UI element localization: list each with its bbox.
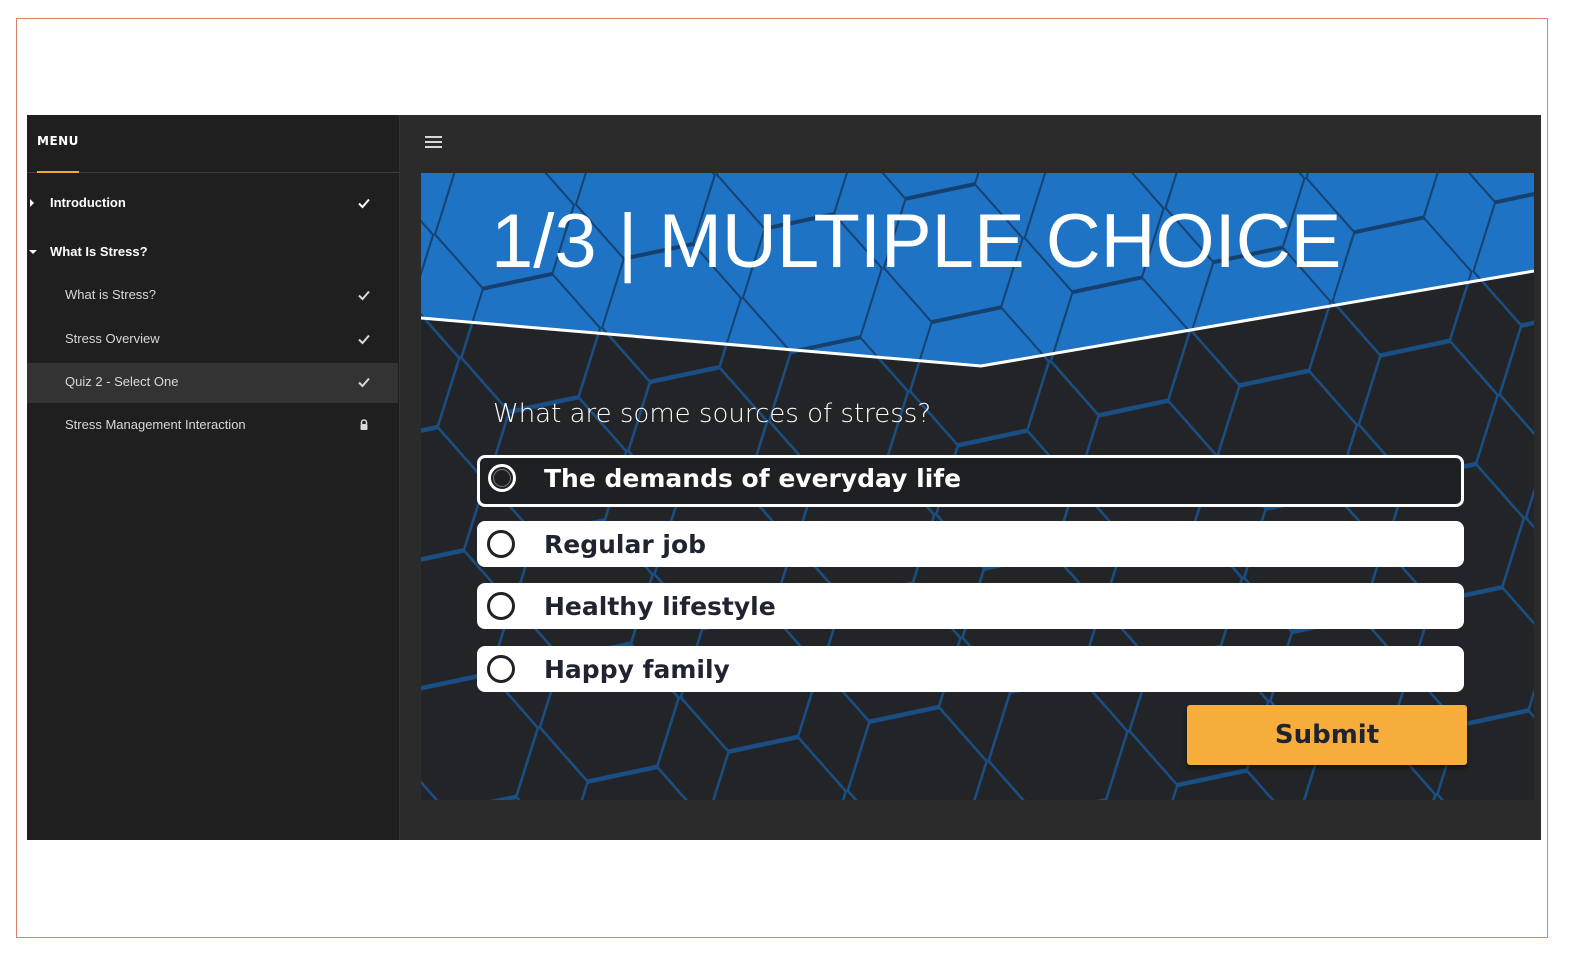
menu-title: MENU [37,134,79,148]
sidebar-item-label: What is Stress? [65,287,157,302]
check-icon [358,290,370,301]
menu-accent-bar [37,171,79,173]
sidebar-item-label: Introduction [50,195,126,210]
check-icon [358,377,370,388]
sidebar-item-introduction[interactable]: Introduction [27,184,398,224]
answer-option-4[interactable]: Happy family [477,646,1464,692]
sidebar-item-stress-management-interaction[interactable]: Stress Management Interaction [27,406,398,446]
answer-option-label: The demands of everyday life [544,464,962,493]
submit-button[interactable]: Submit [1187,705,1467,765]
radio-button-icon [487,655,515,683]
answer-option-label: Healthy lifestyle [544,592,776,621]
answer-option-label: Regular job [544,530,707,559]
answer-option-1[interactable]: The demands of everyday life [477,455,1464,507]
sidebar-item-label: Quiz 2 - Select One [65,374,179,389]
hamburger-menu-icon[interactable] [425,136,442,148]
answer-option-label: Happy family [544,655,730,684]
sidebar-item-label: Stress Overview [65,331,160,346]
caret-right-icon [30,199,34,207]
lock-icon [360,419,368,430]
question-text: What are some sources of stress? [493,399,932,429]
answer-option-2[interactable]: Regular job [477,521,1464,567]
submit-button-label: Submit [1274,720,1380,750]
slide-title: 1/3 | MULTIPLE CHOICE [491,199,1342,284]
caret-down-icon [29,250,37,254]
menu-header: MENU [27,115,399,173]
sidebar-item-quiz-2[interactable]: Quiz 2 - Select One [27,363,398,403]
sidebar-item-label: What Is Stress? [50,244,148,259]
answer-option-3[interactable]: Healthy lifestyle [477,583,1464,629]
quiz-slide: 1/3 | MULTIPLE CHOICE What are some sour… [421,173,1534,800]
sidebar-menu: MENU Introduction What Is Stress? What i… [27,115,400,840]
sidebar-item-what-is-stress-section[interactable]: What Is Stress? [27,233,398,273]
radio-button-icon [488,464,516,492]
check-icon [358,198,370,209]
sidebar-item-label: Stress Management Interaction [65,417,246,432]
course-player: MENU Introduction What Is Stress? What i… [27,115,1541,840]
sidebar-item-what-is-stress[interactable]: What is Stress? [27,276,398,316]
radio-button-icon [487,530,515,558]
radio-button-icon [487,592,515,620]
check-icon [358,334,370,345]
sidebar-item-stress-overview[interactable]: Stress Overview [27,320,398,360]
